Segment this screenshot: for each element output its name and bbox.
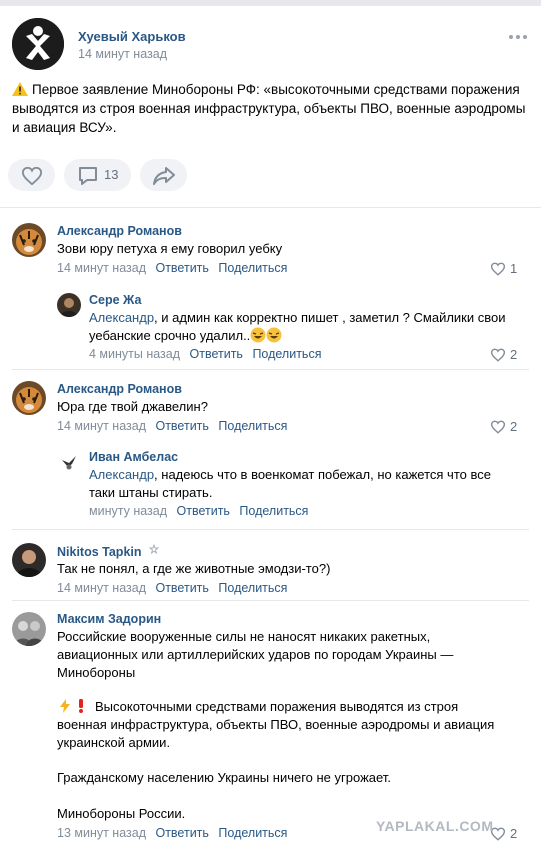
divider <box>12 369 529 370</box>
reply-link[interactable]: Ответить <box>155 419 208 433</box>
comment-time[interactable]: 14 минут назад <box>57 581 146 595</box>
more-icon[interactable] <box>507 30 529 44</box>
post-header: Хуевый Харьков 14 минут назад <box>12 18 529 72</box>
warning-icon <box>12 82 28 96</box>
top-separator <box>0 0 541 6</box>
reply-link[interactable]: Ответить <box>190 347 243 361</box>
comment-like-button[interactable]: 1 <box>490 261 522 277</box>
like-count: 2 <box>510 826 518 841</box>
comment-paragraph: Высокоточными средствами поражения вывод… <box>57 698 507 752</box>
comment-author[interactable]: Иван Амбелас <box>89 450 178 464</box>
share-link[interactable]: Поделиться <box>252 347 321 361</box>
comment-time[interactable]: 4 минуты назад <box>89 347 180 361</box>
mention-link[interactable]: Александр <box>89 310 154 325</box>
laughing-emoji-icon <box>266 327 282 343</box>
community-avatar[interactable] <box>12 18 64 70</box>
comment-time[interactable]: 14 минут назад <box>57 419 146 433</box>
comment-text: Так не понял, а где же животные эмодзи-т… <box>57 561 331 576</box>
comment-author[interactable]: Сере Жа <box>89 293 141 307</box>
reply-link[interactable]: Ответить <box>177 504 230 518</box>
share-link[interactable]: Поделиться <box>218 581 287 595</box>
exclamation-icon <box>79 699 83 713</box>
comment-icon <box>79 167 97 185</box>
comment-time[interactable]: 13 минут назад <box>57 826 146 840</box>
comment-text: Александр, надеюсь что в военкомат побеж… <box>89 466 514 502</box>
avatar[interactable] <box>57 293 81 317</box>
avatar[interactable] <box>12 543 46 577</box>
comment-meta: 4 минуты назад Ответить Поделиться <box>89 347 321 361</box>
share-link[interactable]: Поделиться <box>239 504 308 518</box>
like-count: 2 <box>510 419 518 434</box>
heart-icon <box>490 348 506 362</box>
avatar[interactable] <box>12 223 46 257</box>
post-card: Хуевый Харьков 14 минут назад Первое зая… <box>0 0 541 857</box>
user-avatar-icon <box>57 450 81 474</box>
reply-link[interactable]: Ответить <box>155 581 208 595</box>
laughing-emoji-icon <box>250 327 266 343</box>
comment-meta: 14 минут назад Ответить Поделиться <box>57 261 287 275</box>
like-count: 2 <box>510 347 518 362</box>
comment-author[interactable]: Александр Романов <box>57 382 182 396</box>
avatar[interactable] <box>12 612 46 646</box>
share-button[interactable] <box>140 159 187 191</box>
heart-icon <box>490 420 506 434</box>
badge-icon <box>148 544 159 555</box>
comment-like-button[interactable]: 2 <box>490 826 522 842</box>
user-photo-icon <box>12 543 46 577</box>
heart-icon <box>490 262 506 276</box>
tiger-avatar-icon <box>12 381 46 415</box>
share-link[interactable]: Поделиться <box>218 826 287 840</box>
comment-time[interactable]: минуту назад <box>89 504 167 518</box>
divider <box>0 207 541 208</box>
comment-text: Александр, и админ как корректно пишет ,… <box>89 309 519 345</box>
post-text-content: Первое заявление Минобороны РФ: «высокот… <box>12 82 526 135</box>
comment-meta: 14 минут назад Ответить Поделиться <box>57 581 287 595</box>
comments-count: 13 <box>104 167 119 182</box>
comment-like-button[interactable]: 2 <box>490 347 522 363</box>
post-time[interactable]: 14 минут назад <box>78 47 167 61</box>
post-actions: 13 <box>8 159 528 191</box>
comment-paragraph: Гражданскому населению Украины ничего не… <box>57 770 391 785</box>
comment-paragraph-text: Высокоточными средствами поражения вывод… <box>57 699 495 750</box>
user-photo-icon <box>57 293 81 317</box>
post-text: Первое заявление Минобороны РФ: «высокот… <box>12 80 530 137</box>
post-author[interactable]: Хуевый Харьков <box>78 29 186 44</box>
comment-like-button[interactable]: 2 <box>490 419 522 435</box>
comment-meta: 14 минут назад Ответить Поделиться <box>57 419 287 433</box>
heart-icon <box>21 166 43 186</box>
comment-time[interactable]: 14 минут назад <box>57 261 146 275</box>
tiger-avatar-icon <box>12 223 46 257</box>
comment-text: Зови юру петуха я ему говорил уебку <box>57 241 283 256</box>
comment-button[interactable]: 13 <box>64 159 131 191</box>
reply-link[interactable]: Ответить <box>155 261 208 275</box>
mention-link[interactable]: Александр <box>89 467 154 482</box>
lightning-icon <box>60 699 70 713</box>
comment-author[interactable]: Александр Романов <box>57 224 182 238</box>
divider <box>12 529 529 530</box>
share-link[interactable]: Поделиться <box>218 261 287 275</box>
share-link[interactable]: Поделиться <box>218 419 287 433</box>
community-logo-icon <box>12 18 64 70</box>
comment-text: Юра где твой джавелин? <box>57 399 208 414</box>
comment-author[interactable]: Максим Задорин <box>57 612 161 626</box>
comment-paragraph: Российские вооруженные силы не наносят н… <box>57 629 454 680</box>
watermark: YAPLAKAL.COM <box>376 818 494 834</box>
reply-link[interactable]: Ответить <box>155 826 208 840</box>
share-icon <box>153 167 175 185</box>
like-button[interactable] <box>8 159 55 191</box>
avatar[interactable] <box>57 450 81 474</box>
like-count: 1 <box>510 261 518 276</box>
comment-author-name: Nikitos Tapkin <box>57 545 142 559</box>
comment-meta: минуту назад Ответить Поделиться <box>89 504 308 518</box>
comment-author[interactable]: Nikitos Tapkin <box>57 544 160 559</box>
avatar[interactable] <box>12 381 46 415</box>
comment-meta: 13 минут назад Ответить Поделиться <box>57 826 287 840</box>
group-photo-icon <box>12 612 46 646</box>
divider <box>12 600 529 601</box>
